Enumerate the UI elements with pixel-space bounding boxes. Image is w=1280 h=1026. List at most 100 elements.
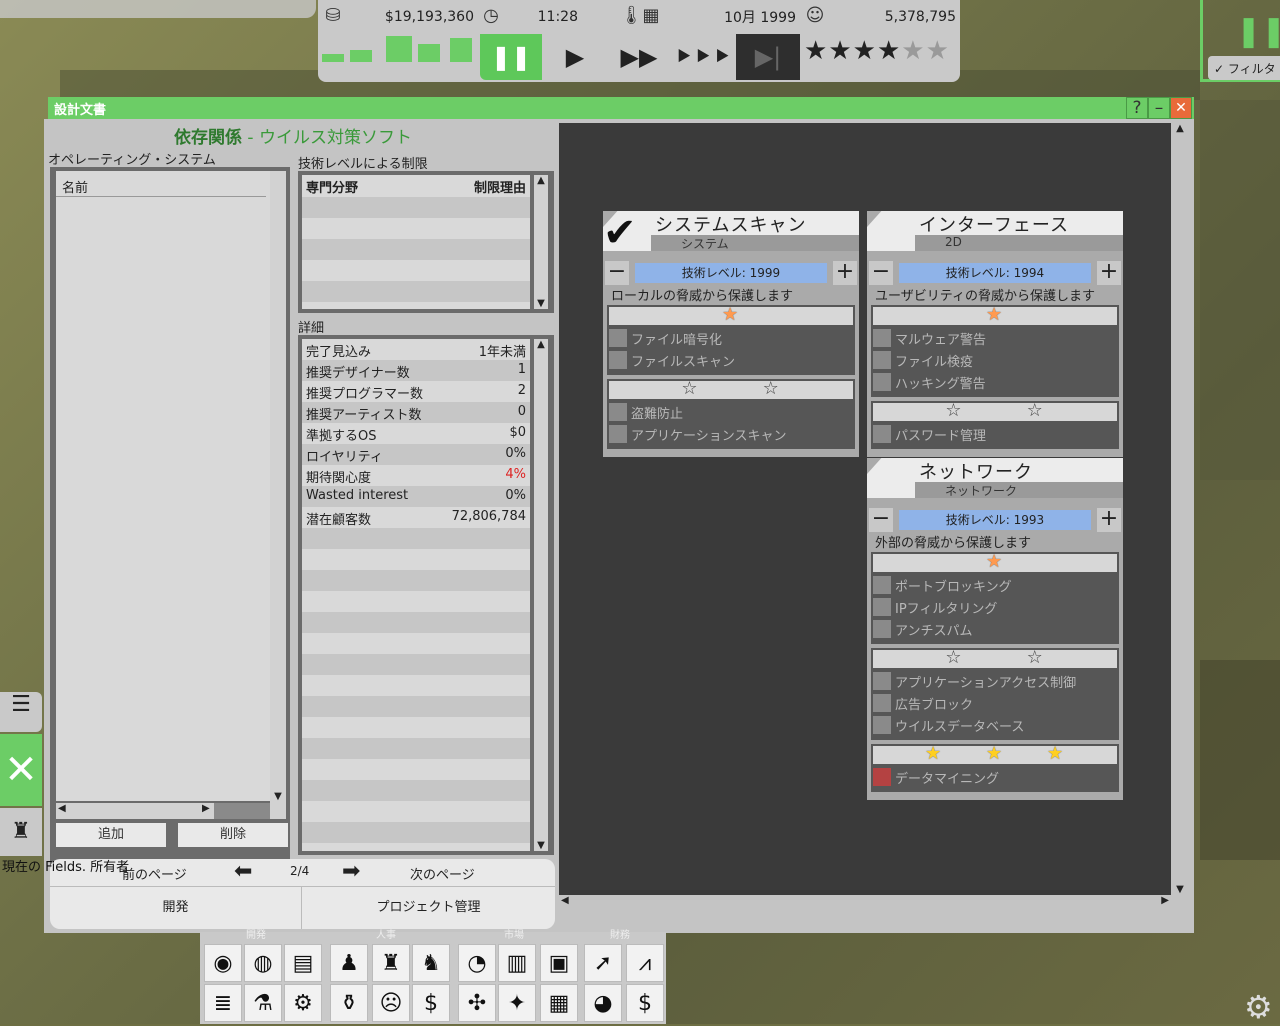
feature-option[interactable]: アプリケーションアクセス制御 xyxy=(873,670,1076,692)
employee-icon[interactable]: ♟ xyxy=(330,944,368,982)
feature-option[interactable]: アプリケーションスキャン xyxy=(609,423,786,445)
canvas-vertical-scrollbar[interactable]: ▲ ▼ xyxy=(1171,123,1189,895)
remove-os-button[interactable]: 削除 xyxy=(178,823,288,847)
decrease-level-button[interactable]: − xyxy=(869,261,893,285)
increase-level-button[interactable]: + xyxy=(1097,261,1121,285)
window-titlebar[interactable]: 設計文書 xyxy=(48,97,1194,119)
option-checkbox[interactable] xyxy=(609,403,627,421)
option-checkbox[interactable] xyxy=(873,373,891,391)
newspaper-icon[interactable]: ▣ xyxy=(540,944,578,982)
add-os-button[interactable]: 追加 xyxy=(56,823,166,847)
os-horizontal-scrollbar[interactable]: ◀ ▶ xyxy=(56,803,286,819)
server-icon[interactable]: ▤ xyxy=(284,944,322,982)
scroll-left-icon[interactable]: ◀ xyxy=(561,895,569,906)
contract-icon[interactable]: ≣ xyxy=(204,984,242,1022)
increase-level-button[interactable]: + xyxy=(833,261,857,285)
filter-button[interactable]: ✓ フィルタ xyxy=(1208,56,1280,80)
next-page-label[interactable]: 次のページ xyxy=(410,864,475,883)
decrease-level-button[interactable]: − xyxy=(605,261,629,285)
option-checkbox[interactable] xyxy=(873,620,891,638)
option-checkbox[interactable] xyxy=(873,716,891,734)
scroll-up-icon[interactable]: ▲ xyxy=(534,339,548,350)
feature-option[interactable]: パスワード管理 xyxy=(873,423,986,445)
help-button[interactable]: ? xyxy=(1126,97,1148,119)
details-scrollbar[interactable]: ▲ ▼ xyxy=(534,339,548,851)
marketing-icon[interactable]: ◔ xyxy=(458,944,496,982)
arrow-right-icon[interactable]: ➡ xyxy=(342,859,360,884)
option-checkbox[interactable] xyxy=(873,329,891,347)
option-checkbox[interactable] xyxy=(609,329,627,347)
skip-button[interactable]: ▶| xyxy=(736,34,800,80)
feature-card[interactable]: インターフェース 2D − 技術レベル: 1994 + ユーザビリティの脅威から保護します… xyxy=(867,211,1123,457)
pause-button[interactable]: ❚❚ xyxy=(480,34,542,80)
feature-option[interactable]: ハッキング警告 xyxy=(873,371,986,393)
disc-icon[interactable]: ◍ xyxy=(244,944,282,982)
furniture-tab[interactable]: ♜ xyxy=(0,808,42,856)
schedule-icon[interactable]: ▦ xyxy=(540,984,578,1022)
option-checkbox[interactable] xyxy=(609,351,627,369)
option-checkbox[interactable] xyxy=(609,425,627,443)
develop-button[interactable]: 開発 xyxy=(50,887,302,929)
layers-tab[interactable]: ☰ xyxy=(0,692,42,732)
feature-option[interactable]: ポートブロッキング xyxy=(873,574,1012,596)
scroll-thumb[interactable] xyxy=(214,803,270,819)
salary-icon[interactable]: $ xyxy=(412,984,450,1022)
staff-icon[interactable]: ⚱ xyxy=(330,984,368,1022)
mood-icon[interactable]: ☹ xyxy=(372,984,410,1022)
team-icon[interactable]: ♞ xyxy=(412,944,450,982)
scroll-right-icon[interactable]: ▶ xyxy=(1161,895,1169,906)
feature-option[interactable]: アンチスパム xyxy=(873,618,972,640)
project-management-button[interactable]: プロジェクト管理 xyxy=(302,887,555,929)
feature-card[interactable]: ✔ システムスキャン システム − 技術レベル: 1999 + ローカルの脅威から保護します… xyxy=(603,211,859,457)
fast-forward-button[interactable]: ▶▶ xyxy=(608,34,670,80)
feature-canvas[interactable]: ✔ システムスキャン システム − 技術レベル: 1999 + ローカルの脅威から保護します… xyxy=(559,123,1171,895)
limits-scrollbar[interactable]: ▲ ▼ xyxy=(534,175,548,309)
feature-option[interactable]: 広告ブロック xyxy=(873,692,973,714)
canvas-horizontal-scrollbar[interactable]: ◀ ▶ xyxy=(559,895,1171,913)
minimize-button[interactable]: – xyxy=(1148,97,1170,119)
feature-option[interactable]: 盗難防止 xyxy=(609,401,683,423)
feature-option[interactable]: ファイル暗号化 xyxy=(609,327,722,349)
distribution-icon[interactable]: ✣ xyxy=(458,984,496,1022)
disc-add-icon[interactable]: ◉ xyxy=(204,944,242,982)
research-icon[interactable]: ⚗ xyxy=(244,984,282,1022)
building-icon[interactable]: ▥ xyxy=(498,944,536,982)
feature-option[interactable]: IPフィルタリング xyxy=(873,596,997,618)
chart-icon[interactable]: ⩘ xyxy=(626,944,664,982)
os-list[interactable]: 名前 xyxy=(56,171,284,801)
feature-option[interactable]: ファイル検疫 xyxy=(873,349,973,371)
feature-option[interactable]: データマイニング xyxy=(873,766,999,788)
scroll-up-icon[interactable]: ▲ xyxy=(534,175,548,186)
feature-option[interactable]: マルウェア警告 xyxy=(873,327,986,349)
option-checkbox[interactable] xyxy=(873,598,891,616)
finance-icon[interactable]: $ xyxy=(626,984,664,1022)
feature-option[interactable]: ウイルスデータベース xyxy=(873,714,1024,736)
option-checkbox[interactable] xyxy=(873,672,891,690)
checkmark-icon[interactable]: ✔ xyxy=(603,211,651,255)
scroll-left-icon[interactable]: ◀ xyxy=(58,803,66,814)
design-tools-tab[interactable]: ✕ xyxy=(0,734,42,806)
arrow-left-icon[interactable]: ⬅ xyxy=(234,859,252,884)
scroll-down-icon[interactable]: ▼ xyxy=(534,840,548,851)
feature-option[interactable]: ファイルスキャン xyxy=(609,349,735,371)
option-checkbox[interactable] xyxy=(873,351,891,369)
decrease-level-button[interactable]: − xyxy=(869,508,893,532)
deal-icon[interactable]: ✦ xyxy=(498,984,536,1022)
faster-forward-button[interactable]: ⯈⯈⯈ xyxy=(672,34,734,80)
prev-page-label[interactable]: 前のページ xyxy=(122,864,187,883)
option-checkbox[interactable] xyxy=(873,694,891,712)
feature-card[interactable]: ネットワーク ネットワーク − 技術レベル: 1993 + 外部の脅威から保護します ★ ポー… xyxy=(867,458,1123,800)
scroll-up-icon[interactable]: ▲ xyxy=(1171,123,1189,134)
os-column-header[interactable]: 名前 xyxy=(56,171,266,197)
option-checkbox[interactable] xyxy=(873,576,891,594)
os-vertical-scrollbar[interactable]: ▼ xyxy=(270,171,286,805)
play-button[interactable]: ▶ xyxy=(544,34,606,80)
scroll-right-icon[interactable]: ▶ xyxy=(202,803,210,814)
increase-level-button[interactable]: + xyxy=(1097,508,1121,532)
hire-icon[interactable]: ♜ xyxy=(372,944,410,982)
scroll-down-icon[interactable]: ▼ xyxy=(1171,884,1189,895)
scroll-down-icon[interactable]: ▼ xyxy=(534,298,548,309)
growth-icon[interactable]: ➚ xyxy=(584,944,622,982)
option-checkbox[interactable] xyxy=(873,768,891,786)
pie-chart-icon[interactable]: ◕ xyxy=(584,984,622,1022)
